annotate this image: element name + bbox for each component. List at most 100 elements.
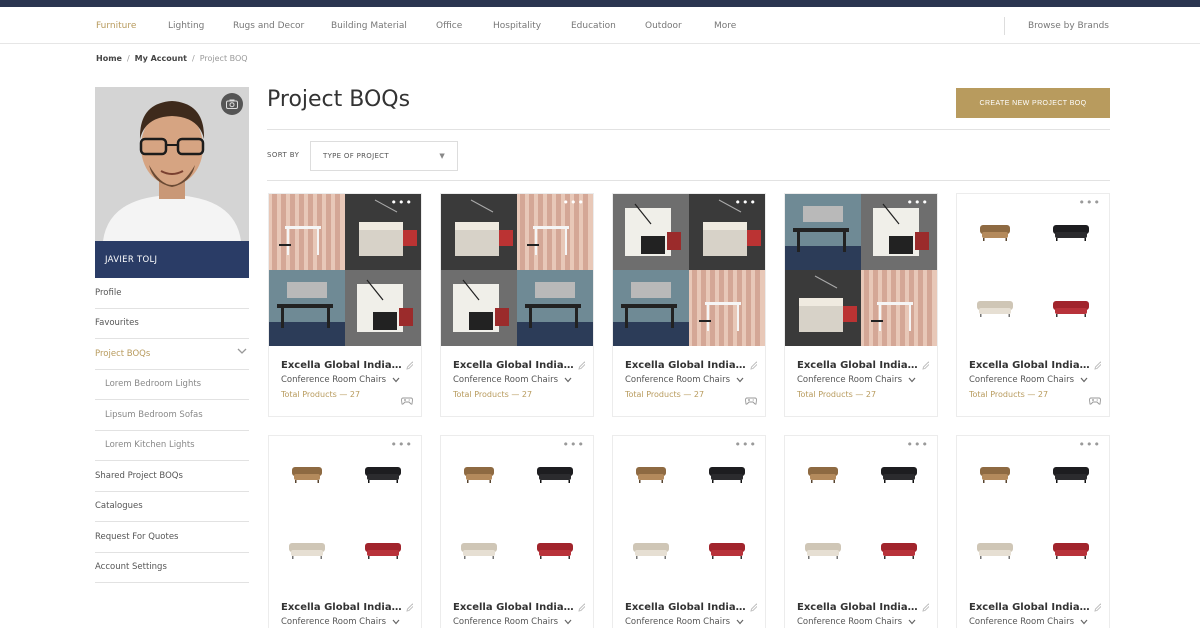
boq-card-title: Excella Global India Offic... <box>625 360 757 371</box>
chevron-down-icon <box>736 619 744 624</box>
boq-card-total-products: Total Products — 27 <box>797 390 877 399</box>
boq-card-image[interactable] <box>785 194 937 346</box>
boq-card-title: Excella Global India Offic... <box>453 602 585 613</box>
boq-card-subtitle: Conference Room Chairs <box>453 617 558 627</box>
boq-card-image[interactable] <box>441 436 593 588</box>
nav-outdoor[interactable]: Outdoor <box>645 21 682 31</box>
sidebar-item-label: Project BOQs <box>95 348 151 359</box>
boq-card-image[interactable] <box>957 194 1109 346</box>
nav-hospitality[interactable]: Hospitality <box>493 21 541 31</box>
avatar <box>95 87 249 241</box>
sidebar-item-favourites[interactable]: Favourites <box>95 309 249 339</box>
breadcrumb-separator: / <box>126 54 130 63</box>
boq-card-subtitle-dropdown[interactable]: Conference Room Chairs <box>969 375 1088 385</box>
boq-card-image[interactable] <box>613 436 765 588</box>
gamepad-icon[interactable] <box>745 397 757 405</box>
boq-card-subtitle-dropdown[interactable]: Conference Room Chairs <box>625 617 744 627</box>
pencil-icon[interactable] <box>1094 361 1101 370</box>
nav-rugs-decor[interactable]: Rugs and Decor <box>233 21 304 31</box>
nav-office[interactable]: Office <box>436 21 462 31</box>
boq-card-image[interactable] <box>957 436 1109 588</box>
boq-card-total-products: Total Products — 27 <box>625 390 705 399</box>
more-dots-icon[interactable]: ••• <box>1079 439 1101 450</box>
boq-card-subtitle-dropdown[interactable]: Conference Room Chairs <box>969 617 1088 627</box>
boq-card-subtitle-dropdown[interactable]: Conference Room Chairs <box>453 617 572 627</box>
boq-card-subtitle-dropdown[interactable]: Conference Room Chairs <box>281 617 400 627</box>
gamepad-icon[interactable] <box>401 397 413 405</box>
boq-card-subtitle-dropdown[interactable]: Conference Room Chairs <box>281 375 400 385</box>
boq-card-subtitle-dropdown[interactable]: Conference Room Chairs <box>797 375 916 385</box>
nav-education[interactable]: Education <box>571 21 616 31</box>
boq-card-subtitle: Conference Room Chairs <box>625 375 730 385</box>
sidebar-item-project-boqs[interactable]: Project BOQs <box>95 339 249 370</box>
pencil-icon[interactable] <box>922 361 929 370</box>
more-dots-icon[interactable]: ••• <box>907 439 929 450</box>
profile-name: JAVIER TOLJ <box>95 241 249 278</box>
sidebar-subitem-lorem-kitchen-lights[interactable]: Lorem Kitchen Lights <box>95 431 249 461</box>
pencil-icon[interactable] <box>406 603 413 612</box>
pencil-icon[interactable] <box>406 361 413 370</box>
pencil-icon[interactable] <box>922 603 929 612</box>
boq-card-image[interactable] <box>441 194 593 346</box>
boq-card-title: Excella Global India Offic... <box>969 360 1101 371</box>
pencil-icon[interactable] <box>578 603 585 612</box>
more-dots-icon[interactable]: ••• <box>735 197 757 208</box>
chevron-down-icon <box>908 377 916 382</box>
boq-card-image[interactable] <box>269 436 421 588</box>
breadcrumb-home[interactable]: Home <box>96 54 122 63</box>
boq-card-title-text: Excella Global India Offic... <box>625 602 747 613</box>
more-dots-icon[interactable]: ••• <box>563 439 585 450</box>
chevron-down-icon <box>908 619 916 624</box>
pencil-icon[interactable] <box>578 361 585 370</box>
more-dots-icon[interactable]: ••• <box>391 197 413 208</box>
boq-card-subtitle: Conference Room Chairs <box>281 617 386 627</box>
chevron-down-icon <box>564 377 572 382</box>
sidebar-item-shared-project-boqs[interactable]: Shared Project BOQs <box>95 461 249 492</box>
boq-card[interactable]: ••• Excella Global India Offic... Conferen… <box>440 193 594 417</box>
more-dots-icon[interactable]: ••• <box>1079 197 1101 208</box>
boq-card[interactable]: ••• Excella Global India Offic... Conferen… <box>784 193 938 417</box>
breadcrumb: Home / My Account / Project BOQ <box>96 54 248 63</box>
more-dots-icon[interactable]: ••• <box>907 197 929 208</box>
nav-lighting[interactable]: Lighting <box>168 21 204 31</box>
boq-card-subtitle-dropdown[interactable]: Conference Room Chairs <box>453 375 572 385</box>
boq-card-subtitle-dropdown[interactable]: Conference Room Chairs <box>797 617 916 627</box>
boq-card-image[interactable] <box>785 436 937 588</box>
chevron-down-icon <box>1080 377 1088 382</box>
boq-card[interactable]: ••• Excella Global India Offic... Conferen… <box>612 193 766 417</box>
sidebar-item-account-settings[interactable]: Account Settings <box>95 553 249 583</box>
more-dots-icon[interactable]: ••• <box>563 197 585 208</box>
pencil-icon[interactable] <box>750 361 757 370</box>
breadcrumb-account[interactable]: My Account <box>135 54 187 63</box>
nav-furniture[interactable]: Furniture <box>96 21 136 31</box>
chevron-down-icon <box>392 619 400 624</box>
boq-card[interactable]: ••• Excella Global India Offic... Conferen… <box>268 193 422 417</box>
nav-more[interactable]: More <box>714 21 736 31</box>
sidebar-item-profile[interactable]: Profile <box>95 278 249 309</box>
nav-browse-brands[interactable]: Browse by Brands <box>1028 21 1109 31</box>
nav-building-material[interactable]: Building Material <box>331 21 407 31</box>
pencil-icon[interactable] <box>1094 603 1101 612</box>
more-dots-icon[interactable]: ••• <box>391 439 413 450</box>
sort-select[interactable]: TYPE OF PROJECT ▼ <box>310 141 458 171</box>
boq-card[interactable]: ••• Excella Global India Offic... Conferen… <box>440 435 594 628</box>
gamepad-icon[interactable] <box>1089 397 1101 405</box>
boq-card-image[interactable] <box>269 194 421 346</box>
boq-card[interactable]: ••• Excella Global India Offic... Conferen… <box>956 435 1110 628</box>
sidebar-subitem-lorem-bedroom-lights[interactable]: Lorem Bedroom Lights <box>95 370 249 400</box>
boq-card-subtitle-dropdown[interactable]: Conference Room Chairs <box>625 375 744 385</box>
create-project-boq-button[interactable]: CREATE NEW PROJECT BOQ <box>956 88 1110 118</box>
boq-card[interactable]: ••• Excella Global India Offic... Conferen… <box>784 435 938 628</box>
boq-card-title-text: Excella Global India Offic... <box>969 602 1091 613</box>
boq-card-image[interactable] <box>613 194 765 346</box>
sidebar-item-request-quotes[interactable]: Request For Quotes <box>95 522 249 553</box>
more-dots-icon[interactable]: ••• <box>735 439 757 450</box>
boq-card[interactable]: ••• Excella Global India Offic... Conferen… <box>956 193 1110 417</box>
boq-card[interactable]: ••• Excella Global India Offic... Conferen… <box>612 435 766 628</box>
sidebar-subitem-lipsum-bedroom-sofas[interactable]: Lipsum Bedroom Sofas <box>95 400 249 431</box>
pencil-icon[interactable] <box>750 603 757 612</box>
boq-card-subtitle: Conference Room Chairs <box>797 617 902 627</box>
sidebar-item-catalogues[interactable]: Catalogues <box>95 492 249 522</box>
change-photo-button[interactable] <box>221 93 243 115</box>
boq-card[interactable]: ••• Excella Global India Offic... Conferen… <box>268 435 422 628</box>
